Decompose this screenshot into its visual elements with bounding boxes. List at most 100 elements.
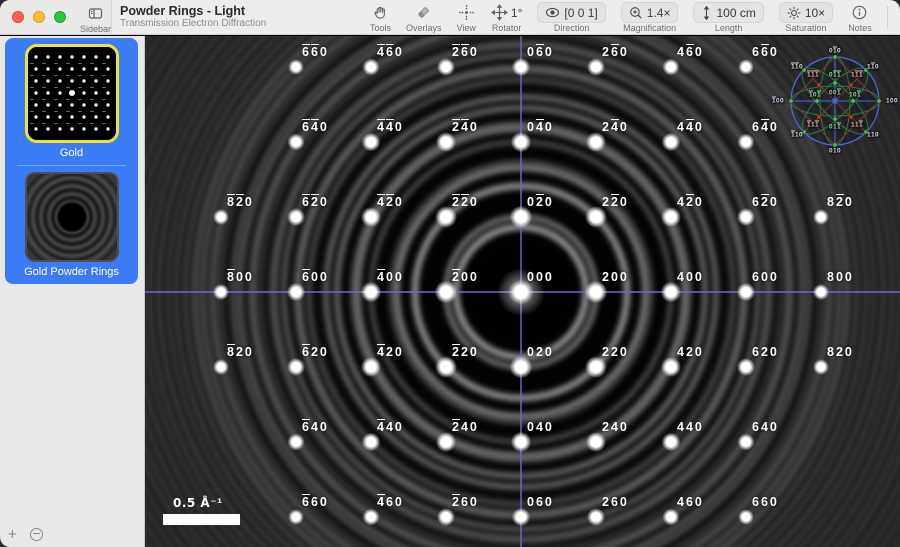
sidebar-item-gold-powder-rings[interactable]: Gold Powder Rings <box>5 172 138 278</box>
window-controls <box>12 11 66 23</box>
diffraction-spot-label: 260 <box>602 495 629 509</box>
diffraction-spot-label: 400 <box>377 270 404 284</box>
crosshair-dots-icon <box>458 4 475 21</box>
diffraction-spot-label: 440 <box>677 120 704 134</box>
toolbar: Powder Rings - Light Transmission Electr… <box>112 0 900 34</box>
diffraction-spot <box>661 207 681 227</box>
diffraction-spot-label: 220 <box>452 195 479 209</box>
diffraction-spot-label: 660 <box>302 45 329 59</box>
diffraction-spot-label: 460 <box>677 495 704 509</box>
rotator-control[interactable]: 1° Rotator <box>491 0 522 33</box>
vertical-arrow-icon <box>701 6 712 20</box>
diffraction-spot-label: 420 <box>677 345 704 359</box>
diffraction-spot <box>585 281 608 304</box>
diffraction-spot <box>511 432 532 453</box>
pole-label: 001 <box>829 90 841 97</box>
diffraction-spot-label: 820 <box>227 195 254 209</box>
pole-label: 010 <box>829 48 841 55</box>
pole-label: 110 <box>791 64 803 71</box>
diffraction-spot <box>813 209 829 225</box>
remove-button[interactable] <box>30 528 43 541</box>
diffraction-spot <box>661 357 681 377</box>
diffraction-spot-label: 820 <box>227 345 254 359</box>
saturation-control[interactable]: 10× Saturation <box>779 0 833 33</box>
diffraction-spot <box>436 432 456 452</box>
diffraction-spot <box>287 283 305 301</box>
diffraction-spot <box>362 58 379 75</box>
pole-label: 100 <box>772 98 784 105</box>
pole-label: 010 <box>829 148 841 155</box>
view-button[interactable]: View <box>457 0 476 33</box>
stereographic-projection-widget[interactable]: 0100101001001101101101101111111111110110… <box>765 39 900 169</box>
diffraction-spot <box>437 508 455 526</box>
diffraction-spot <box>813 284 829 300</box>
notes-button[interactable]: Notes <box>848 0 872 33</box>
close-button[interactable] <box>12 11 24 23</box>
diffraction-spot-label: 620 <box>302 195 329 209</box>
diffraction-spot-label: 620 <box>752 345 779 359</box>
saturation-value: 10× <box>805 6 825 20</box>
pole-label: 101 <box>849 92 861 99</box>
diffraction-spot-label: 240 <box>452 120 479 134</box>
magnification-control[interactable]: 1.4× Magnification <box>621 0 679 33</box>
diffraction-spot <box>362 508 379 525</box>
diffraction-spot-label: 240 <box>452 420 479 434</box>
diffraction-spot <box>436 132 456 152</box>
diffraction-view[interactable]: 6604602600602604606606404402400402404406… <box>145 36 900 547</box>
overlays-button[interactable]: Overlays <box>406 0 442 33</box>
diffraction-spot <box>512 508 530 526</box>
direction-label: Direction <box>554 23 590 33</box>
diffraction-spot <box>288 509 304 525</box>
diffraction-spot-label: 440 <box>677 420 704 434</box>
info-icon <box>851 4 868 21</box>
notes-label: Notes <box>848 23 872 33</box>
diffraction-spot <box>287 433 304 450</box>
magnification-value: 1.4× <box>647 6 671 20</box>
diffraction-spot <box>662 58 679 75</box>
diffraction-spot-label: 040 <box>527 120 554 134</box>
diffraction-spot <box>435 356 457 378</box>
sidebar-item-label: Gold Powder Rings <box>24 266 119 278</box>
length-control[interactable]: 100 cm Length <box>693 0 763 33</box>
sidebar-icon <box>87 5 104 22</box>
diffraction-spot <box>510 356 533 379</box>
diffraction-spot-label: 240 <box>602 120 629 134</box>
diffraction-spot <box>737 358 755 376</box>
diffraction-spot-label: 620 <box>752 195 779 209</box>
diffraction-spot-label: 640 <box>302 420 329 434</box>
diffraction-spot-label: 420 <box>377 345 404 359</box>
diffraction-spot <box>738 59 754 75</box>
diffraction-spot-label: 820 <box>827 195 854 209</box>
diffraction-spot-label: 020 <box>527 195 554 209</box>
diffraction-spot <box>435 281 458 304</box>
diffraction-spot <box>587 508 605 526</box>
add-button[interactable]: + <box>8 527 17 542</box>
diffraction-spot <box>510 206 533 229</box>
diffraction-spot <box>361 357 381 377</box>
pole-label: 111 <box>851 72 863 79</box>
diffraction-spot <box>437 58 455 76</box>
diffraction-spot <box>213 284 229 300</box>
direction-control[interactable]: [0 0 1] Direction <box>537 0 605 33</box>
zoom-button[interactable] <box>54 11 66 23</box>
scale-bar-label: 0.5 Å⁻¹ <box>173 496 223 510</box>
sidebar-header: Sidebar <box>0 0 112 34</box>
direction-value: [0 0 1] <box>564 6 597 20</box>
window-subtitle: Transmission Electron Diffraction <box>120 18 370 30</box>
diffraction-spot-label: 620 <box>302 345 329 359</box>
diffraction-spot-label: 260 <box>452 45 479 59</box>
diffraction-spot-label: 460 <box>377 495 404 509</box>
diffraction-spot <box>587 58 605 76</box>
minimize-button[interactable] <box>33 11 45 23</box>
view-label: View <box>457 23 476 33</box>
brightness-sun-icon <box>787 6 801 20</box>
diffraction-spot-label: 220 <box>452 345 479 359</box>
scale-bar <box>163 514 240 525</box>
diffraction-spot <box>662 508 679 525</box>
diffraction-spot-label: 820 <box>827 345 854 359</box>
sidebar-item-gold[interactable]: Gold <box>5 44 138 159</box>
tools-button[interactable]: Tools <box>370 0 391 33</box>
window-title-block: Powder Rings - Light Transmission Electr… <box>120 0 370 34</box>
diffraction-spot <box>511 132 532 153</box>
toggle-sidebar-button[interactable]: Sidebar <box>80 1 111 34</box>
